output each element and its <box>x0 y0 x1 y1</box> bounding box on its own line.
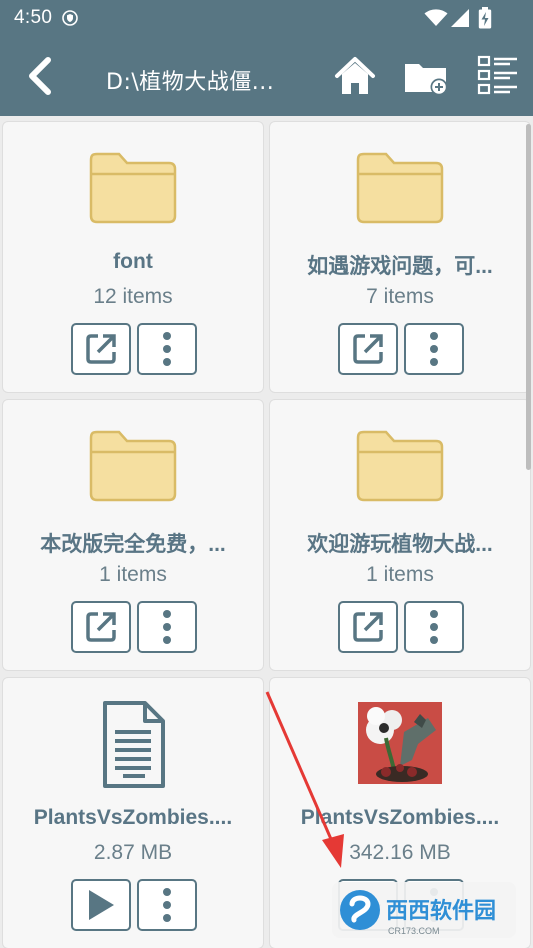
open-external-icon <box>353 334 383 364</box>
file-name: PlantsVsZombies.... <box>33 806 233 829</box>
folder-icon <box>356 430 444 502</box>
new-folder-icon[interactable] <box>404 58 450 96</box>
more-options-button[interactable] <box>404 601 464 653</box>
more-options-button[interactable] <box>137 601 197 653</box>
folder-icon <box>356 152 444 224</box>
play-icon <box>89 890 114 920</box>
file-meta: 12 items <box>93 285 173 308</box>
game-app-icon <box>358 702 442 784</box>
file-name: 如遇游戏问题，可... <box>307 255 493 278</box>
open-external-icon <box>86 334 116 364</box>
more-options-button[interactable] <box>404 323 464 375</box>
file-card[interactable]: 本改版完全免费，... 1 items <box>2 399 264 671</box>
more-options-button[interactable] <box>137 323 197 375</box>
file-name: 本改版完全免费，... <box>40 533 226 556</box>
file-card[interactable]: font 12 items <box>2 121 264 393</box>
shield-icon <box>62 10 78 26</box>
back-arrow-icon[interactable] <box>22 54 62 98</box>
open-external-icon <box>86 612 116 642</box>
wifi-icon <box>424 9 448 26</box>
more-vertical-icon <box>163 888 171 922</box>
file-card[interactable]: 欢迎游玩植物大战... 1 items <box>269 399 531 671</box>
more-options-button[interactable] <box>137 879 197 931</box>
more-vertical-icon <box>163 332 171 366</box>
status-bar: 4:50 <box>0 0 533 36</box>
scrollbar[interactable] <box>526 124 531 470</box>
more-vertical-icon <box>430 610 438 644</box>
more-vertical-icon <box>163 610 171 644</box>
folder-icon <box>89 152 177 224</box>
file-meta: 342.16 MB <box>349 841 451 864</box>
watermark-text: 西西软件园 <box>386 898 496 924</box>
toolbar: D:\植物大战僵... <box>0 36 533 116</box>
home-icon[interactable] <box>334 56 376 96</box>
play-button[interactable] <box>71 879 131 931</box>
file-meta: 2.87 MB <box>93 841 173 864</box>
open-button[interactable] <box>71 323 131 375</box>
file-name: font <box>113 250 153 273</box>
document-icon <box>103 701 165 788</box>
open-button[interactable] <box>338 323 398 375</box>
watermark-sub: CR173.COM <box>388 926 440 936</box>
status-time: 4:50 <box>14 7 53 28</box>
file-card[interactable]: 如遇游戏问题，可... 7 items <box>269 121 531 393</box>
list-view-icon[interactable] <box>477 54 519 98</box>
battery-charging-icon <box>478 7 492 29</box>
folder-icon <box>89 430 177 502</box>
watermark-logo: 西西软件园 CR173.COM <box>332 882 516 938</box>
open-button[interactable] <box>71 601 131 653</box>
file-meta: 1 items <box>99 563 167 586</box>
signal-icon <box>451 9 469 27</box>
more-vertical-icon <box>430 332 438 366</box>
file-grid: font 12 items 如遇游戏问题，可... 7 items 本改版完全免… <box>0 116 533 948</box>
open-external-icon <box>353 612 383 642</box>
path-title: D:\植物大战僵... <box>106 70 275 95</box>
open-button[interactable] <box>338 601 398 653</box>
file-meta: 1 items <box>366 563 434 586</box>
file-name: 欢迎游玩植物大战... <box>307 533 493 556</box>
file-meta: 7 items <box>366 285 434 308</box>
file-name: PlantsVsZombies.... <box>300 806 500 829</box>
file-card[interactable]: PlantsVsZombies.... 2.87 MB <box>2 677 264 948</box>
